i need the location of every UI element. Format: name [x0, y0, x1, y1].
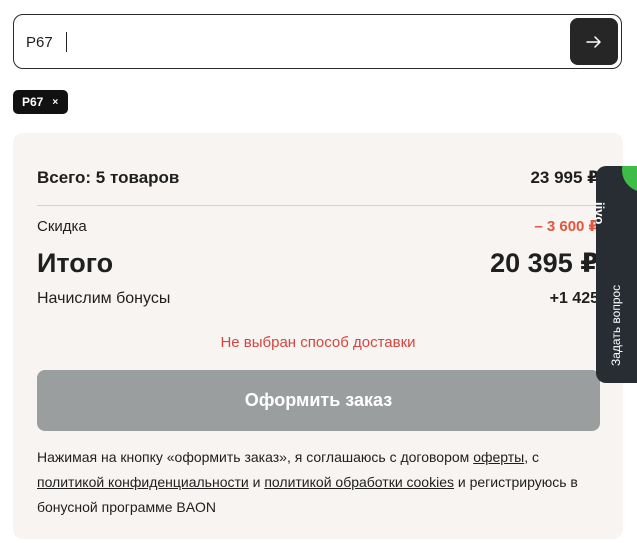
legal-text-1: Нажимая на кнопку «оформить заказ», я со…	[37, 449, 474, 465]
jivo-accent-circle	[622, 166, 637, 192]
jivo-chat-widget[interactable]: jivo Задать вопрос	[596, 166, 637, 383]
bonus-value: +1 425	[549, 290, 599, 307]
applied-promo-label: P67	[22, 95, 44, 109]
grand-total-row: Итого 20 395 ₽	[37, 248, 599, 279]
grand-total-label: Итого	[37, 248, 114, 278]
order-summary-card: Всего: 5 товаров 23 995 ₽ Скидка – 3 600…	[13, 133, 623, 539]
promo-submit-button[interactable]	[570, 18, 618, 65]
items-total-label: Всего: 5 товаров	[37, 168, 180, 187]
cart-summary-page: P67 × Всего: 5 товаров 23 995 ₽ Скидка –…	[0, 0, 637, 543]
legal-text-2: , с	[524, 449, 540, 465]
discount-row: Скидка – 3 600 ₽	[37, 217, 599, 235]
arrow-right-icon	[586, 35, 601, 48]
bonus-row: Начислим бонусы +1 425	[37, 290, 599, 308]
text-caret	[66, 32, 67, 52]
divider	[37, 205, 599, 206]
ask-question-label: Задать вопрос	[609, 284, 623, 366]
grand-total-value: 20 395 ₽	[490, 248, 599, 278]
checkout-button[interactable]: Оформить заказ	[37, 370, 600, 431]
cookies-policy-link[interactable]: политикой обработки cookies	[264, 474, 454, 490]
applied-promo-tag: P67 ×	[13, 90, 69, 114]
privacy-policy-link[interactable]: политикой конфиденциальности	[37, 474, 249, 490]
legal-notice: Нажимая на кнопку «оформить заказ», я со…	[37, 445, 597, 520]
items-total-value: 23 995 ₽	[530, 168, 599, 187]
items-total-row: Всего: 5 товаров 23 995 ₽	[37, 168, 599, 188]
offer-link[interactable]: оферты	[473, 449, 524, 465]
discount-value: – 3 600 ₽	[534, 218, 599, 235]
jivo-logo: jivo	[596, 202, 607, 225]
promo-code-field	[13, 14, 622, 69]
promo-code-input[interactable]	[26, 29, 566, 55]
remove-promo-button[interactable]: ×	[52, 97, 58, 108]
discount-label: Скидка	[37, 218, 87, 235]
legal-text-3: и	[248, 474, 265, 490]
bonus-label: Начислим бонусы	[37, 290, 171, 307]
delivery-warning: Не выбран способ доставки	[220, 334, 416, 351]
